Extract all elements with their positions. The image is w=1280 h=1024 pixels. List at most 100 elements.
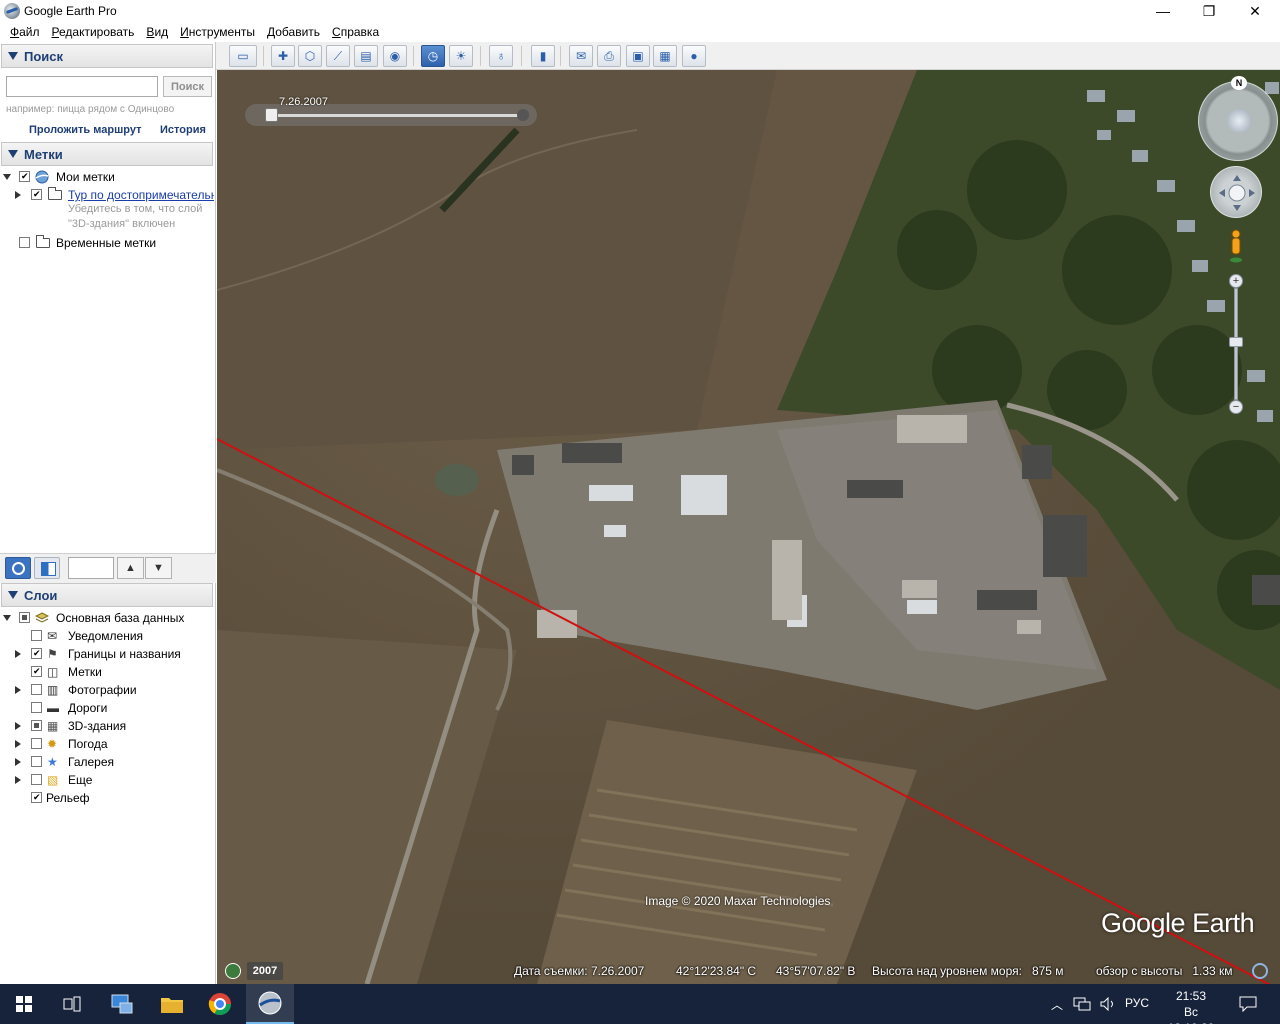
- earth-web-icon[interactable]: ●: [682, 45, 706, 67]
- layer-row[interactable]: ✉ Уведомления: [0, 627, 214, 645]
- expand-arrow-icon[interactable]: [3, 615, 11, 621]
- places-item-my-places[interactable]: Мои метки: [0, 168, 214, 186]
- expand-arrow-icon[interactable]: [15, 686, 21, 694]
- slider-close-icon[interactable]: [517, 109, 529, 121]
- email-icon[interactable]: ✉: [569, 45, 593, 67]
- taskbar-file-explorer[interactable]: [148, 984, 196, 1024]
- layer-primary-database[interactable]: Основная база данных: [0, 609, 214, 627]
- close-button[interactable]: ✕: [1232, 0, 1278, 22]
- expand-arrow-icon[interactable]: [15, 650, 21, 658]
- layer-row[interactable]: ✹ Погода: [0, 735, 214, 753]
- search-panel-header[interactable]: Поиск: [1, 44, 213, 68]
- layer-row[interactable]: ▦ 3D-здания: [0, 717, 214, 735]
- menu-file[interactable]: Файл: [4, 22, 46, 42]
- minimize-button[interactable]: —: [1140, 0, 1186, 22]
- zoom-slider-knob[interactable]: [1229, 337, 1243, 347]
- places-filter-input[interactable]: [68, 557, 114, 579]
- places-item-label[interactable]: Тур по достопримечательностям: [68, 188, 214, 202]
- menu-tools[interactable]: Инструменты: [174, 22, 261, 42]
- historical-imagery-icon[interactable]: ◷: [421, 45, 445, 67]
- layer-checkbox[interactable]: [31, 756, 42, 767]
- places-item-temporary[interactable]: Временные метки: [0, 234, 214, 252]
- menu-help[interactable]: Справка: [326, 22, 385, 42]
- slider-thumb[interactable]: [265, 108, 278, 122]
- layer-row[interactable]: Рельеф: [0, 789, 214, 807]
- print-icon[interactable]: ⎙: [597, 45, 621, 67]
- layer-checkbox[interactable]: [31, 792, 42, 803]
- start-button[interactable]: [0, 984, 48, 1024]
- imagery-year-badge[interactable]: 2007: [247, 962, 283, 980]
- layers-panel-header[interactable]: Слои: [1, 583, 213, 607]
- search-places-icon[interactable]: [5, 557, 31, 579]
- places-panel-header[interactable]: Метки: [1, 142, 213, 166]
- layer-row[interactable]: ▥ Фотографии: [0, 681, 214, 699]
- search-input[interactable]: [6, 76, 158, 97]
- primary-database-checkbox[interactable]: [19, 612, 30, 623]
- directions-link[interactable]: Проложить маршрут: [29, 124, 141, 136]
- toggle-panel-icon[interactable]: [34, 557, 60, 579]
- taskbar-chrome[interactable]: [196, 984, 244, 1024]
- zoom-out-button[interactable]: −: [1229, 400, 1243, 414]
- maximize-button[interactable]: ❐: [1186, 0, 1232, 22]
- expand-arrow-icon[interactable]: [15, 758, 21, 766]
- expand-arrow-icon[interactable]: [15, 776, 21, 784]
- look-control[interactable]: N: [1198, 76, 1278, 161]
- layer-checkbox[interactable]: [31, 720, 42, 731]
- add-placemark-icon[interactable]: ✚: [271, 45, 295, 67]
- my-places-checkbox[interactable]: [19, 171, 30, 182]
- tray-network[interactable]: [1070, 984, 1094, 1024]
- north-indicator[interactable]: N: [1231, 76, 1247, 90]
- tray-clock[interactable]: 21:53 Вс 18.10.20: [1162, 988, 1220, 1024]
- layer-row[interactable]: ▧ Еще: [0, 771, 214, 789]
- expand-arrow-icon[interactable]: [15, 722, 21, 730]
- layer-checkbox[interactable]: [31, 648, 42, 659]
- notifications-button[interactable]: [1230, 984, 1266, 1024]
- expand-arrow-icon[interactable]: [15, 740, 21, 748]
- tour-checkbox[interactable]: [31, 189, 42, 200]
- task-view-button[interactable]: [48, 984, 96, 1024]
- search-button[interactable]: Поиск: [163, 76, 212, 97]
- tray-volume[interactable]: [1096, 984, 1120, 1024]
- layer-checkbox[interactable]: [31, 684, 42, 695]
- record-tour-icon[interactable]: ◉: [383, 45, 407, 67]
- expand-arrow-icon[interactable]: [3, 174, 11, 180]
- pan-control[interactable]: [1210, 166, 1262, 218]
- layer-checkbox[interactable]: [31, 630, 42, 641]
- layer-row[interactable]: ⚑ Границы и названия: [0, 645, 214, 663]
- slider-track[interactable]: [269, 114, 519, 117]
- menu-add[interactable]: Добавить: [261, 22, 326, 42]
- expand-arrow-icon[interactable]: [15, 191, 21, 199]
- menu-view[interactable]: Вид: [140, 22, 174, 42]
- taskbar-network-app[interactable]: [98, 984, 146, 1024]
- keyboard-language[interactable]: РУС: [1125, 996, 1149, 1010]
- add-path-icon[interactable]: ⟋: [326, 45, 350, 67]
- history-link[interactable]: История: [160, 124, 206, 136]
- sunlight-icon[interactable]: ☀: [449, 45, 473, 67]
- ruler-icon[interactable]: ▮: [531, 45, 555, 67]
- layer-checkbox[interactable]: [31, 738, 42, 749]
- street-view-pegman-icon[interactable]: [1227, 228, 1245, 264]
- menu-edit[interactable]: Редактировать: [46, 22, 141, 42]
- places-item-sightseeing-tour[interactable]: Тур по достопримечательностям: [0, 186, 214, 204]
- add-polygon-icon[interactable]: ⬡: [298, 45, 322, 67]
- zoom-in-button[interactable]: +: [1229, 274, 1243, 288]
- tray-overflow-chevron[interactable]: ︿: [1046, 984, 1068, 1024]
- map-view[interactable]: 7.26.2007 N + − Image © 2020 Maxar Techn…: [217, 70, 1280, 984]
- layer-row[interactable]: ★ Галерея: [0, 753, 214, 771]
- temporary-places-checkbox[interactable]: [19, 237, 30, 248]
- historical-clock-icon[interactable]: [225, 963, 241, 979]
- layer-checkbox[interactable]: [31, 774, 42, 785]
- google-maps-icon[interactable]: ▦: [653, 45, 677, 67]
- layer-checkbox[interactable]: [31, 702, 42, 713]
- switch-planet-icon[interactable]: ♁: [489, 45, 513, 67]
- layer-row[interactable]: ◫ Метки: [0, 663, 214, 681]
- move-up-button[interactable]: ▲: [117, 557, 144, 579]
- taskbar-google-earth[interactable]: [246, 984, 294, 1024]
- add-image-overlay-icon[interactable]: ▤: [354, 45, 378, 67]
- layer-row[interactable]: ▬ Дороги: [0, 699, 214, 717]
- zoom-control[interactable]: + −: [1229, 274, 1243, 414]
- eye-icon[interactable]: [1227, 109, 1251, 133]
- save-image-icon[interactable]: ▣: [626, 45, 650, 67]
- sidebar-toggle-icon[interactable]: ▭: [229, 45, 257, 67]
- layer-checkbox[interactable]: [31, 666, 42, 677]
